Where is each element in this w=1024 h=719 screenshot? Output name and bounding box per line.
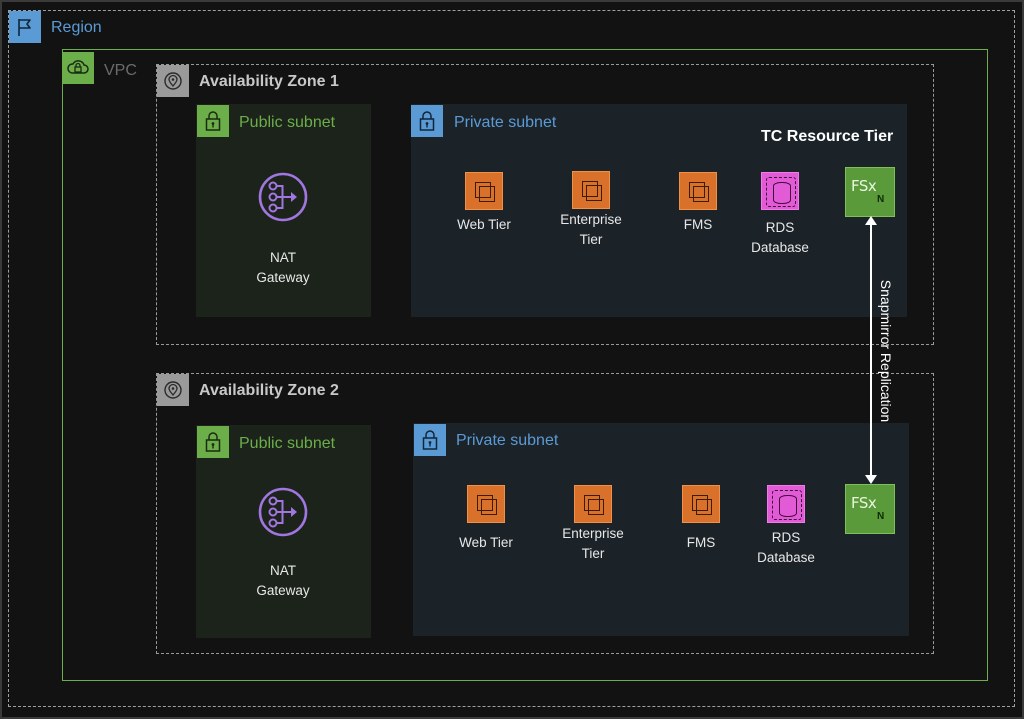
lock-icon [197, 426, 229, 458]
web-tier-1-label: Web Tier [457, 217, 511, 232]
rds-database-2-label: RDS Database [757, 530, 815, 565]
ec2-icon [467, 485, 505, 523]
rds-icon [761, 172, 799, 210]
location-pin-icon [157, 374, 189, 406]
public-subnet-1-label: Public subnet [239, 114, 336, 131]
ec2-icon [682, 485, 720, 523]
fsx-netapp-icon: FSx [845, 484, 895, 534]
vpc-label: VPC [104, 62, 137, 79]
private-subnet-2-label: Private subnet [456, 432, 559, 449]
nat-gateway-1-label: NAT Gateway [256, 250, 310, 285]
tc-resource-tier-title: TC Resource Tier [761, 128, 894, 145]
snapmirror-replication-label: Snapmirror Replication [878, 279, 894, 423]
web-tier-2-label: Web Tier [459, 535, 513, 550]
public-subnet-2-label: Public subnet [239, 435, 336, 452]
flag-icon [9, 11, 41, 43]
ec2-icon [679, 172, 717, 210]
lock-icon [411, 105, 443, 137]
cloud-lock-icon [62, 52, 94, 84]
az2-label: Availability Zone 2 [199, 382, 339, 399]
ec2-icon [465, 172, 503, 210]
region-label: Region [51, 19, 102, 36]
rds-database-1-label: RDS Database [751, 220, 809, 255]
nat-gateway-2-label: NAT Gateway [256, 563, 310, 598]
enterprise-tier-2-label: Enterprise Tier [562, 526, 624, 561]
nat-gateway-icon [257, 171, 309, 223]
nat-gateway-icon [257, 486, 309, 538]
az1-label: Availability Zone 1 [199, 73, 339, 90]
enterprise-tier-1-label: Enterprise Tier [560, 212, 622, 247]
fsx-netapp-icon: FSx [845, 167, 895, 217]
ec2-icon [572, 171, 610, 209]
private-subnet-1-label: Private subnet [454, 114, 557, 131]
location-pin-icon [157, 65, 189, 97]
rds-icon [767, 485, 805, 523]
ec2-icon [574, 485, 612, 523]
lock-icon [197, 105, 229, 137]
lock-icon [414, 424, 446, 456]
